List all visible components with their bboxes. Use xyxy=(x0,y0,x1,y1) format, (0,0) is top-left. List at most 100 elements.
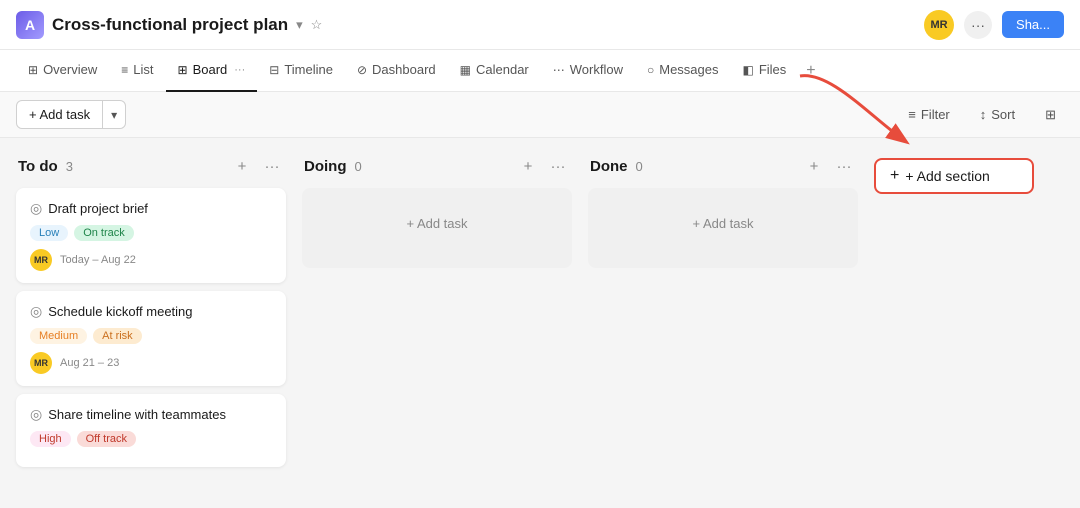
add-section-plus: + xyxy=(890,167,899,185)
add-section-container: + + Add section xyxy=(874,156,1034,194)
tab-workflow[interactable]: ⋯ Workflow xyxy=(541,50,635,92)
filter-icon: ≡ xyxy=(908,107,916,122)
column-doing-empty: + Add task xyxy=(302,188,572,268)
task-card-timeline[interactable]: ◎ Share timeline with teammates High Off… xyxy=(16,394,286,467)
tab-list-label: List xyxy=(133,62,153,77)
column-doing-more[interactable]: ··· xyxy=(546,154,570,178)
dropdown-icon[interactable]: ▾ xyxy=(296,17,303,33)
column-doing-actions: + ··· xyxy=(516,154,570,178)
column-done-more[interactable]: ··· xyxy=(832,154,856,178)
doing-add-task-button[interactable]: + Add task xyxy=(302,204,572,243)
task-check-icon-3: ◎ xyxy=(30,406,42,423)
top-bar-right: MR ··· Sha... xyxy=(924,10,1064,40)
column-todo-add[interactable]: + xyxy=(230,154,254,178)
app-icon: A xyxy=(16,11,44,39)
tag-medium: Medium xyxy=(30,328,87,344)
tab-files[interactable]: ◧ Files xyxy=(730,50,798,92)
task-draft-avatar: MR xyxy=(30,249,52,271)
tag-low: Low xyxy=(30,225,68,241)
board-icon: ⊞ xyxy=(178,63,188,77)
task-draft-tags: Low On track xyxy=(30,225,272,241)
add-tab-button[interactable]: + xyxy=(798,50,823,92)
task-card-kickoff[interactable]: ◎ Schedule kickoff meeting Medium At ris… xyxy=(16,291,286,386)
add-section-button[interactable]: + + Add section xyxy=(874,158,1034,194)
list-icon: ≡ xyxy=(121,63,128,77)
add-section-label: + Add section xyxy=(905,168,989,184)
column-done-empty: + Add task xyxy=(588,188,858,268)
task-timeline-tags: High Off track xyxy=(30,431,272,447)
column-done: Done 0 + ··· + Add task xyxy=(588,154,858,268)
more-button[interactable]: ··· xyxy=(964,11,992,39)
tab-messages-label: Messages xyxy=(659,62,718,77)
filter-button[interactable]: ≡ Filter xyxy=(900,102,957,127)
toolbar-right: ≡ Filter ↕ Sort ⊞ xyxy=(900,102,1064,128)
tag-at-risk: At risk xyxy=(93,328,142,344)
task-kickoff-avatar: MR xyxy=(30,352,52,374)
tab-messages[interactable]: ○ Messages xyxy=(635,50,731,92)
column-todo-title: To do xyxy=(18,158,58,175)
tab-calendar[interactable]: ▦ Calendar xyxy=(448,50,541,92)
toolbar: + Add task ▾ ≡ Filter ↕ Sort ⊞ xyxy=(0,92,1080,138)
share-button[interactable]: Sha... xyxy=(1002,11,1064,38)
task-draft-date: Today – Aug 22 xyxy=(60,254,136,266)
column-doing-add[interactable]: + xyxy=(516,154,540,178)
task-check-icon-2: ◎ xyxy=(30,303,42,320)
tag-off-track: Off track xyxy=(77,431,136,447)
avatar: MR xyxy=(924,10,954,40)
nav-tabs: ⊞ Overview ≡ List ⊞ Board ··· ⊟ Timeline… xyxy=(0,50,1080,92)
column-todo-more[interactable]: ··· xyxy=(260,154,284,178)
column-doing-header: Doing 0 + ··· xyxy=(302,154,572,178)
add-task-dropdown-arrow[interactable]: ▾ xyxy=(103,102,125,128)
tab-timeline[interactable]: ⊟ Timeline xyxy=(257,50,345,92)
sort-icon: ↕ xyxy=(980,107,987,122)
column-done-add[interactable]: + xyxy=(802,154,826,178)
overview-icon: ⊞ xyxy=(28,63,38,77)
board-more-icon[interactable]: ··· xyxy=(234,64,245,76)
task-card-draft[interactable]: ◎ Draft project brief Low On track MR To… xyxy=(16,188,286,283)
column-todo-actions: + ··· xyxy=(230,154,284,178)
board-area: To do 3 + ··· ◎ Draft project brief Low … xyxy=(0,138,1080,508)
toolbar-left: + Add task ▾ xyxy=(16,100,126,129)
tab-overview-label: Overview xyxy=(43,62,97,77)
project-title: Cross-functional project plan xyxy=(52,15,288,35)
tab-list[interactable]: ≡ List xyxy=(109,50,165,92)
task-kickoff-title: ◎ Schedule kickoff meeting xyxy=(30,303,272,320)
column-doing-title: Doing xyxy=(304,158,347,175)
column-done-actions: + ··· xyxy=(802,154,856,178)
add-task-label[interactable]: + Add task xyxy=(17,101,103,128)
column-doing-count: 0 xyxy=(355,159,362,174)
sort-label: Sort xyxy=(991,107,1015,122)
star-icon[interactable]: ☆ xyxy=(311,17,323,33)
group-icon: ⊞ xyxy=(1045,107,1056,123)
tab-timeline-label: Timeline xyxy=(284,62,333,77)
timeline-icon: ⊟ xyxy=(269,63,279,77)
messages-icon: ○ xyxy=(647,63,654,77)
done-add-task-button[interactable]: + Add task xyxy=(588,204,858,243)
tab-calendar-label: Calendar xyxy=(476,62,529,77)
top-bar-left: A Cross-functional project plan ▾ ☆ xyxy=(16,11,322,39)
tab-board[interactable]: ⊞ Board ··· xyxy=(166,50,258,92)
group-button[interactable]: ⊞ xyxy=(1037,102,1064,128)
dashboard-icon: ⊘ xyxy=(357,63,367,77)
add-task-button[interactable]: + Add task ▾ xyxy=(16,100,126,129)
tag-on-track: On track xyxy=(74,225,134,241)
column-doing: Doing 0 + ··· + Add task xyxy=(302,154,572,268)
task-draft-meta: MR Today – Aug 22 xyxy=(30,249,272,271)
task-kickoff-date: Aug 21 – 23 xyxy=(60,357,119,369)
tab-workflow-label: Workflow xyxy=(570,62,623,77)
tab-files-label: Files xyxy=(759,62,786,77)
workflow-icon: ⋯ xyxy=(553,63,565,77)
tag-high: High xyxy=(30,431,71,447)
column-done-header: Done 0 + ··· xyxy=(588,154,858,178)
task-check-icon: ◎ xyxy=(30,200,42,217)
task-draft-title: ◎ Draft project brief xyxy=(30,200,272,217)
tab-dashboard[interactable]: ⊘ Dashboard xyxy=(345,50,448,92)
tab-overview[interactable]: ⊞ Overview xyxy=(16,50,109,92)
column-done-title: Done xyxy=(590,158,628,175)
column-todo-count: 3 xyxy=(66,159,73,174)
task-timeline-title: ◎ Share timeline with teammates xyxy=(30,406,272,423)
filter-label: Filter xyxy=(921,107,950,122)
tab-board-label: Board xyxy=(193,62,228,77)
column-todo: To do 3 + ··· ◎ Draft project brief Low … xyxy=(16,154,286,475)
sort-button[interactable]: ↕ Sort xyxy=(972,102,1023,127)
